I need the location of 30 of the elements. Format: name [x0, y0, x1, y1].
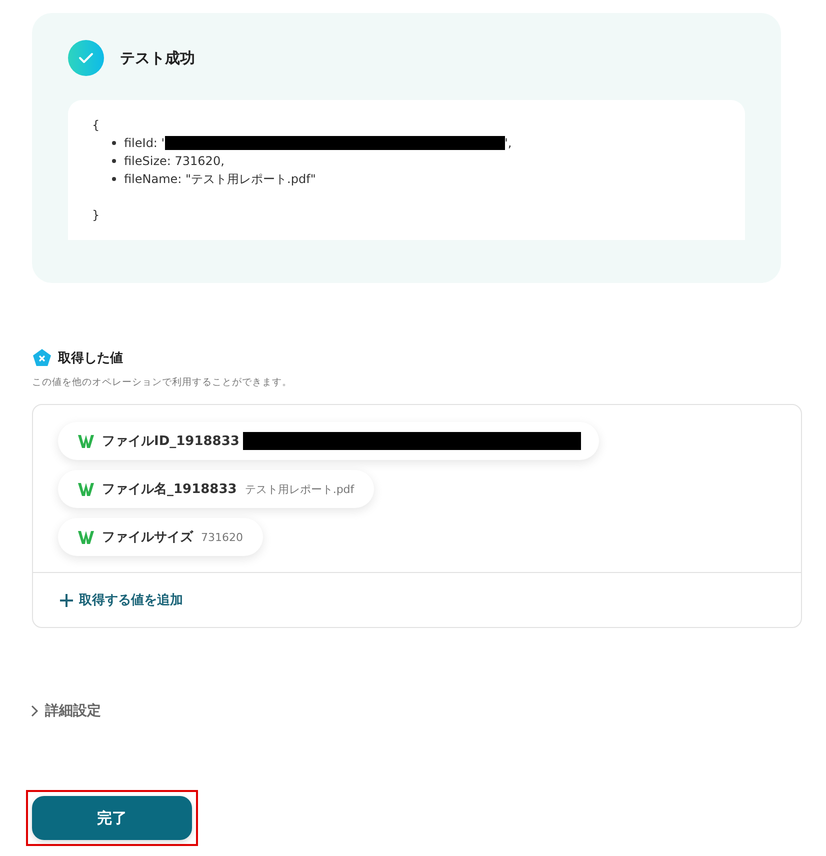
- code-text: }: [92, 207, 101, 224]
- code-text: {: [92, 117, 101, 134]
- bullet-icon: [112, 141, 116, 145]
- section-title: 取得した値: [58, 350, 123, 367]
- chip-label: ファイルID_1918833: [102, 433, 240, 450]
- done-button[interactable]: 完了: [32, 796, 192, 840]
- w-logo-icon: [78, 482, 94, 496]
- add-value-link[interactable]: 取得する値を追加: [33, 573, 801, 627]
- check-icon: [68, 40, 104, 76]
- chip-label: ファイルサイズ: [102, 529, 193, 546]
- chip-value: テスト用レポート.pdf: [244, 482, 354, 496]
- section-description: この値を他のオペレーションで利用することができます。: [32, 376, 293, 389]
- w-logo-icon: [78, 530, 94, 544]
- w-logo-icon: [78, 434, 94, 448]
- bullet-icon: [112, 159, 116, 163]
- code-text: fileId: ': [124, 135, 165, 152]
- chevron-icon: [30, 705, 39, 717]
- value-chip[interactable]: ファイルID_1918833: [58, 422, 600, 460]
- code-text: fileSize: 731620,: [124, 153, 224, 170]
- chip-value: 731620: [201, 530, 243, 544]
- pentagon-icon: [32, 348, 52, 368]
- result-title: テスト成功: [120, 48, 195, 68]
- code-text: fileName: "テスト用レポート.pdf": [124, 171, 316, 188]
- chip-label: ファイル名_1918833: [102, 481, 237, 498]
- value-chip[interactable]: ファイルサイズ 731620: [58, 518, 263, 556]
- plus-icon: [60, 594, 73, 606]
- code-text: ',: [504, 135, 512, 152]
- bullet-icon: [112, 177, 116, 181]
- value-chip[interactable]: ファイル名_1918833 テスト用レポート.pdf: [58, 470, 374, 508]
- details-toggle[interactable]: 詳細設定: [30, 702, 101, 720]
